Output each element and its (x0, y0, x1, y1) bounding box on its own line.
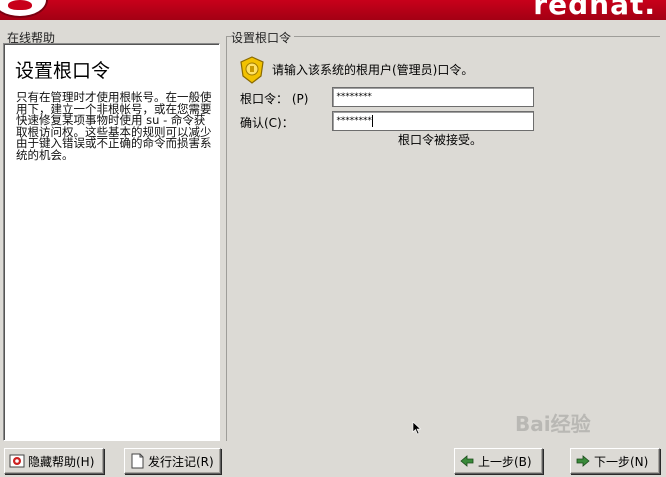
redhat-banner: redhat. (0, 0, 666, 20)
brand-text: redhat. (533, 0, 656, 20)
arrow-right-icon (576, 455, 590, 467)
help-icon (9, 454, 25, 468)
release-notes-label: 发行注记(R) (148, 454, 214, 469)
root-password-value: ******** (336, 92, 372, 102)
help-body-text: 只有在管理时才使用根帐号。在一般使用下，建立一个非根帐号，或在您需要快速修复某项… (16, 90, 212, 162)
root-password-input[interactable]: ******** (332, 87, 534, 107)
next-button[interactable]: 下一步(N) (570, 448, 660, 474)
back-label: 上一步(B) (478, 454, 532, 469)
confirm-password-input[interactable]: ******** (332, 111, 534, 131)
back-button[interactable]: 上一步(B) (454, 448, 543, 474)
confirm-password-label: 确认(C)： (240, 116, 294, 130)
confirm-password-value: ******** (336, 116, 372, 126)
root-password-label: 根口令： (P) (240, 92, 309, 106)
hide-help-label: 隐藏帮助(H) (28, 454, 95, 469)
arrow-left-icon (460, 455, 474, 467)
text-caret (372, 114, 374, 127)
instruction-text: 请输入该系统的根用户(管理员)口令。 (272, 63, 474, 77)
next-label: 下一步(N) (594, 454, 649, 469)
document-icon (131, 453, 144, 469)
shield-badge-icon (240, 56, 264, 84)
redhat-logo-icon (0, 0, 48, 18)
main-section-label: 设置根口令 (231, 29, 295, 46)
release-notes-button[interactable]: 发行注记(R) (124, 448, 221, 474)
status-message: 根口令被接受。 (398, 133, 483, 147)
hide-help-button[interactable]: 隐藏帮助(H) (4, 448, 104, 474)
help-panel: 设置根口令 只有在管理时才使用根帐号。在一般使用下，建立一个非根帐号，或在您需要… (3, 43, 220, 441)
mouse-cursor-icon (412, 421, 422, 435)
watermark: Bai经验 (515, 412, 591, 436)
help-heading: 设置根口令 (15, 60, 111, 82)
